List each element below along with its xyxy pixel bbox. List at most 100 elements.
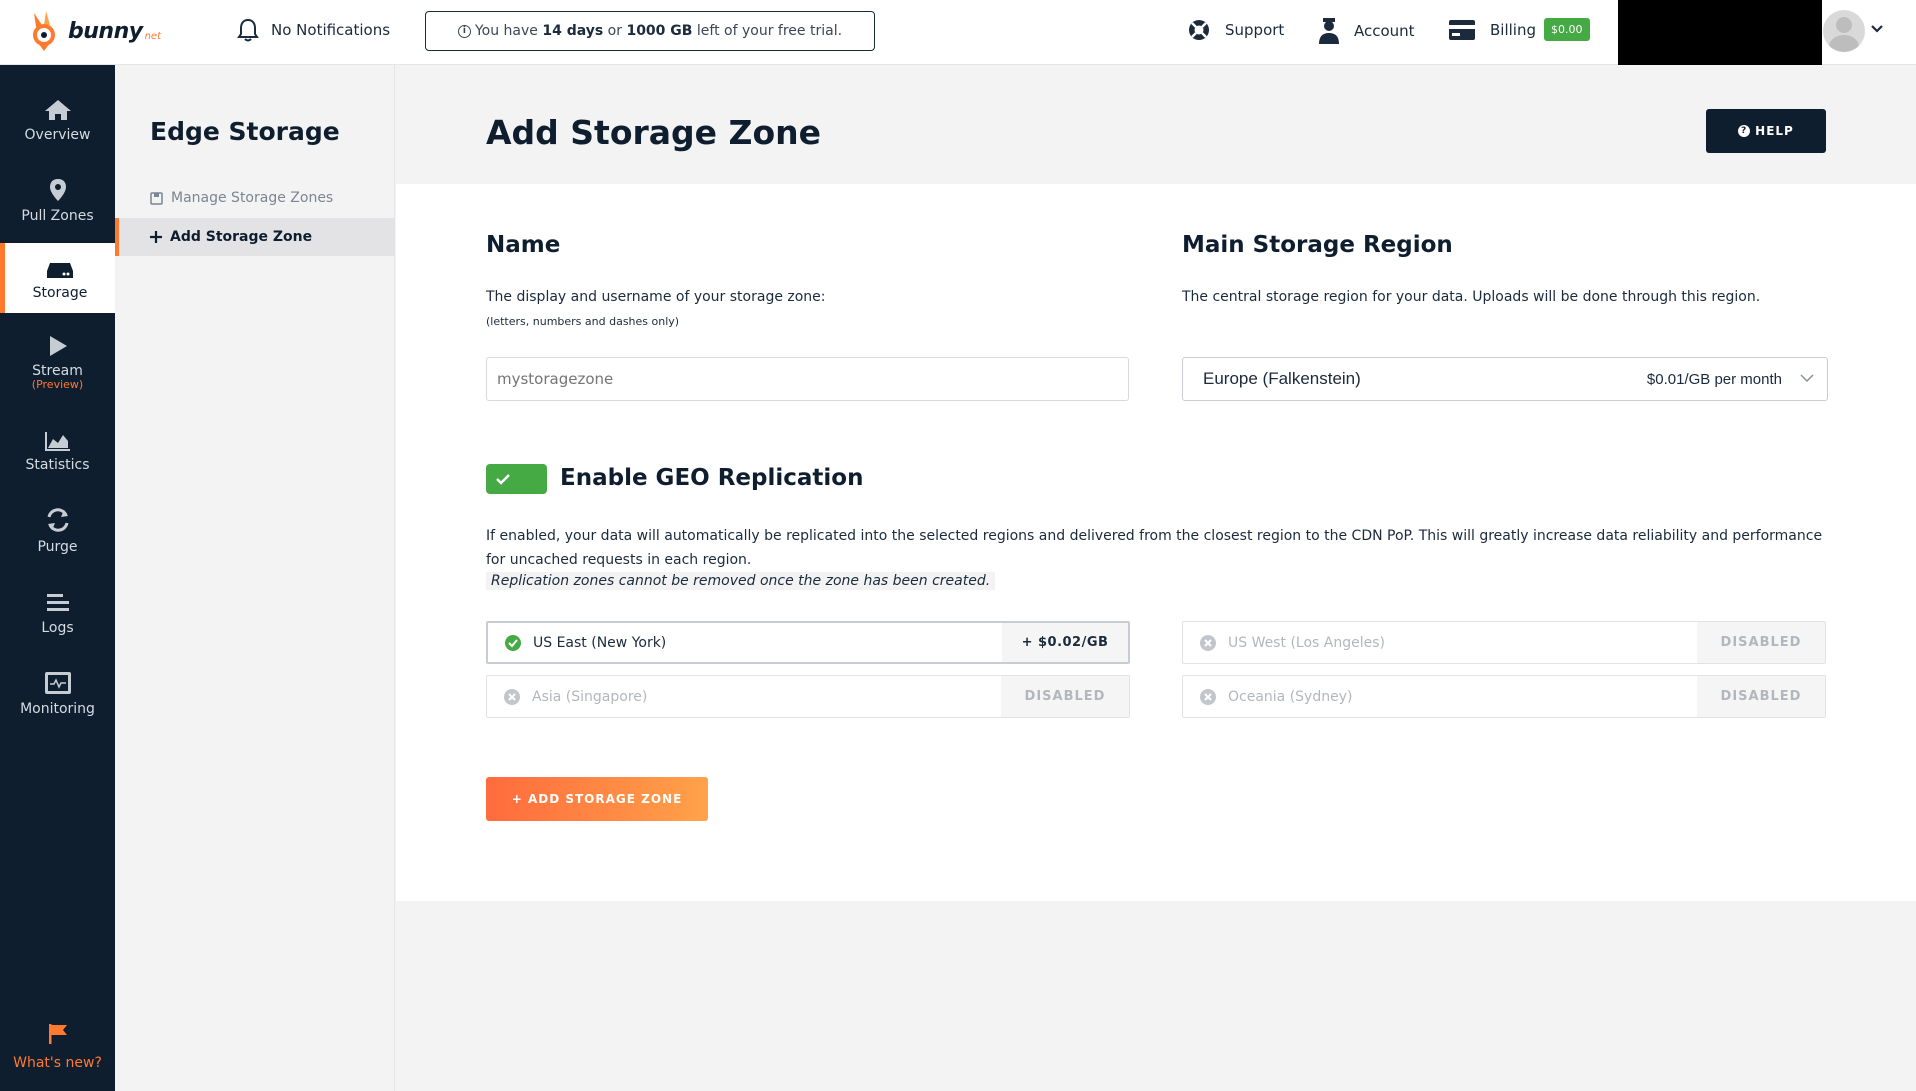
user-icon <box>1319 18 1339 44</box>
lifebuoy-icon <box>1189 20 1209 40</box>
submenu-label: Manage Storage Zones <box>171 190 334 206</box>
sidebar-item-label: Pull Zones <box>21 208 94 224</box>
x-circle-icon <box>1200 688 1216 705</box>
geo-replication-note: Replication zones cannot be removed once… <box>486 572 996 590</box>
notifications-button[interactable]: No Notifications <box>237 18 390 42</box>
page-header: Add Storage Zone ? HELP <box>396 65 1916 184</box>
region-name: US West (Los Angeles) <box>1228 634 1385 651</box>
trial-prefix: You have <box>474 23 538 39</box>
sidebar-item-logs[interactable]: Logs <box>0 578 115 648</box>
plus-icon <box>150 231 162 243</box>
chevron-down-icon <box>1800 374 1814 383</box>
list-icon <box>46 594 69 611</box>
region-us-west[interactable]: US West (Los Angeles) DISABLED <box>1182 621 1826 664</box>
name-section-title: Name <box>486 232 561 258</box>
region-oceania[interactable]: Oceania (Sydney) DISABLED <box>1182 675 1826 718</box>
whats-new-label: What's new? <box>13 1055 102 1071</box>
account-link[interactable]: Account <box>1318 18 1415 44</box>
logo-text: bunny <box>68 18 143 44</box>
top-bar: bunny net No Notifications i You have 14… <box>0 0 1916 65</box>
info-icon: i <box>457 24 471 38</box>
trial-days: 14 days <box>542 23 604 39</box>
geo-replication-toggle[interactable] <box>486 464 547 494</box>
submenu-title: Edge Storage <box>150 117 340 146</box>
bell-icon <box>237 18 259 42</box>
billing-balance-badge: $0.00 <box>1544 18 1590 41</box>
trial-suffix: left of your free trial. <box>696 23 843 39</box>
x-circle-icon <box>504 688 520 705</box>
sidebar-item-label: Statistics <box>25 457 90 473</box>
sidebar-item-label: Logs <box>41 620 74 636</box>
selected-region: Europe (Falkenstein) <box>1203 369 1361 388</box>
account-label: Account <box>1354 22 1415 40</box>
region-us-east[interactable]: US East (New York) + $0.02/GB <box>486 621 1130 664</box>
flag-icon <box>48 1024 67 1044</box>
avatar-head <box>1836 17 1852 33</box>
sidebar-item-label: Purge <box>37 539 78 555</box>
storage-zone-name-input[interactable] <box>486 357 1129 401</box>
billing-link[interactable]: Billing $0.00 <box>1448 18 1590 41</box>
refresh-icon <box>47 508 68 532</box>
selected-region-price: $0.01/GB per month <box>1646 370 1782 388</box>
geo-replication-title: Enable GEO Replication <box>560 465 864 491</box>
add-storage-zone-form: Name The display and username of your st… <box>396 184 1916 901</box>
credit-card-icon <box>1449 19 1475 40</box>
submenu-label: Add Storage Zone <box>170 229 313 245</box>
sidebar-item-stream[interactable]: Stream (Preview) <box>0 327 115 397</box>
trial-gb: 1000 GB <box>626 23 693 39</box>
billing-label: Billing <box>1490 20 1536 39</box>
region-name: Asia (Singapore) <box>532 688 648 705</box>
name-description: The display and username of your storage… <box>486 289 826 305</box>
support-label: Support <box>1225 21 1285 39</box>
sidebar-item-purge[interactable]: Purge <box>0 497 115 567</box>
trial-banner: i You have 14 days or 1000 GB left of yo… <box>425 11 875 51</box>
geo-replication-description: If enabled, your data will automatically… <box>486 528 1823 568</box>
redacted-area <box>1618 0 1822 65</box>
home-icon <box>44 100 71 120</box>
region-status: DISABLED <box>1697 676 1825 717</box>
storage-box-icon <box>150 191 163 205</box>
main-storage-region-select[interactable]: Europe (Falkenstein) $0.01/GB per month <box>1182 357 1828 401</box>
question-icon: ? <box>1738 125 1751 137</box>
avatar-body <box>1829 35 1859 52</box>
submenu-add-storage-zone[interactable]: Add Storage Zone <box>115 218 395 256</box>
help-button[interactable]: ? HELP <box>1706 109 1826 153</box>
help-label: HELP <box>1755 124 1794 138</box>
add-storage-zone-button[interactable]: + ADD STORAGE ZONE <box>486 777 708 821</box>
sidebar-item-pull-zones[interactable]: Pull Zones <box>0 166 115 236</box>
x-circle-icon <box>1200 634 1216 651</box>
page-title: Add Storage Zone <box>486 113 821 152</box>
submenu-manage-storage-zones[interactable]: Manage Storage Zones <box>115 179 395 217</box>
main-sidebar: Overview Pull Zones Storage Stream (Prev… <box>0 65 115 1091</box>
sidebar-item-label: Overview <box>24 127 91 143</box>
whats-new-link[interactable]: What's new? <box>0 1023 115 1071</box>
sidebar-item-label: Monitoring <box>20 701 95 717</box>
name-hint: (letters, numbers and dashes only) <box>486 315 680 328</box>
region-price: + $0.02/GB <box>1002 623 1128 662</box>
region-description: The central storage region for your data… <box>1182 289 1761 305</box>
avatar[interactable] <box>1823 10 1865 52</box>
region-name: US East (New York) <box>533 634 667 651</box>
sidebar-item-label: Stream <box>32 363 83 379</box>
trial-mid: or <box>607 23 622 39</box>
bunny-logo[interactable]: bunny net <box>28 8 161 54</box>
bunny-logo-icon <box>33 11 55 51</box>
storage-drive-icon <box>47 263 73 278</box>
monitor-icon <box>44 672 71 694</box>
chevron-down-icon[interactable] <box>1870 24 1884 34</box>
region-section-title: Main Storage Region <box>1182 232 1453 258</box>
support-link[interactable]: Support <box>1187 18 1284 42</box>
play-icon <box>49 336 67 356</box>
region-status: DISABLED <box>1001 676 1129 717</box>
chart-icon <box>44 432 70 451</box>
sidebar-item-monitoring[interactable]: Monitoring <box>0 659 115 729</box>
sidebar-item-storage[interactable]: Storage <box>0 243 115 313</box>
sidebar-item-label: Storage <box>32 285 88 301</box>
map-pin-icon <box>49 179 66 201</box>
region-asia[interactable]: Asia (Singapore) DISABLED <box>486 675 1130 718</box>
sidebar-item-sublabel: (Preview) <box>31 378 84 391</box>
region-status: DISABLED <box>1697 622 1825 663</box>
edge-storage-submenu: Edge Storage Manage Storage Zones Add St… <box>115 65 395 1091</box>
sidebar-item-overview[interactable]: Overview <box>0 85 115 155</box>
sidebar-item-statistics[interactable]: Statistics <box>0 415 115 485</box>
